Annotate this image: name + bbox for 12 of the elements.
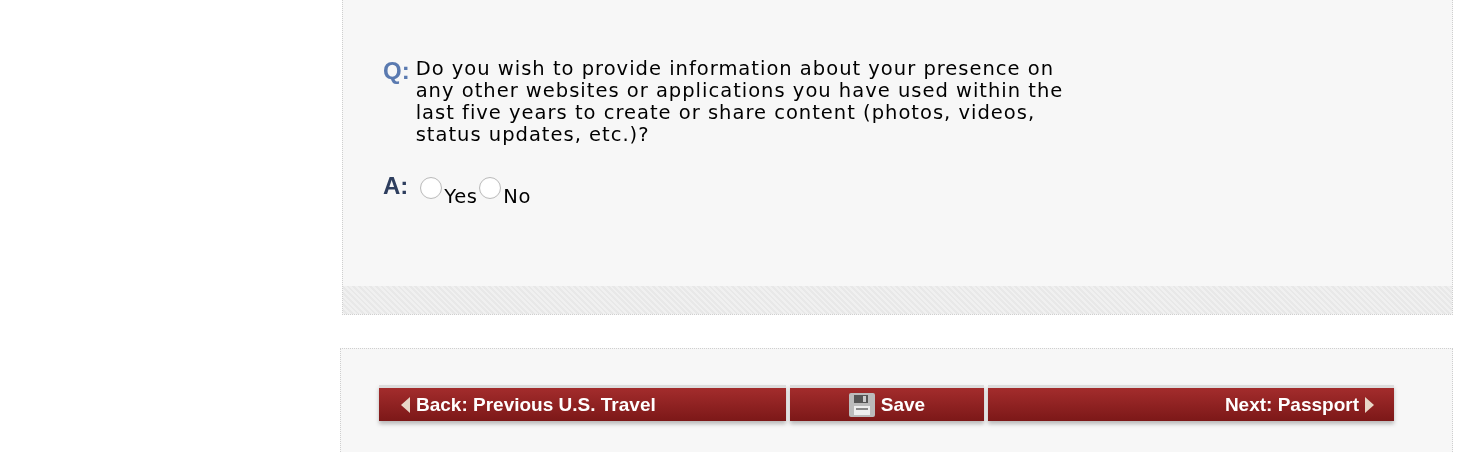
radio-button[interactable] [479, 177, 502, 199]
save-button[interactable]: Save [790, 385, 984, 421]
radio-label[interactable]: Yes [444, 179, 478, 208]
back-button[interactable]: Back: Previous U.S. Travel [379, 385, 786, 421]
question-label: Q: [383, 58, 410, 86]
next-button[interactable]: Next: Passport [988, 385, 1394, 421]
left-triangle-icon [401, 396, 410, 413]
right-triangle-icon [1365, 396, 1374, 413]
radio-label[interactable]: No [503, 179, 531, 208]
question-text: Do you wish to provide information about your presence on any other websites or applications you have used within the last five years to create or share content (photos, videos, status updates, etc.)? [415, 58, 1065, 146]
answer-label: A: [383, 174, 409, 198]
radio-button[interactable] [420, 177, 443, 199]
